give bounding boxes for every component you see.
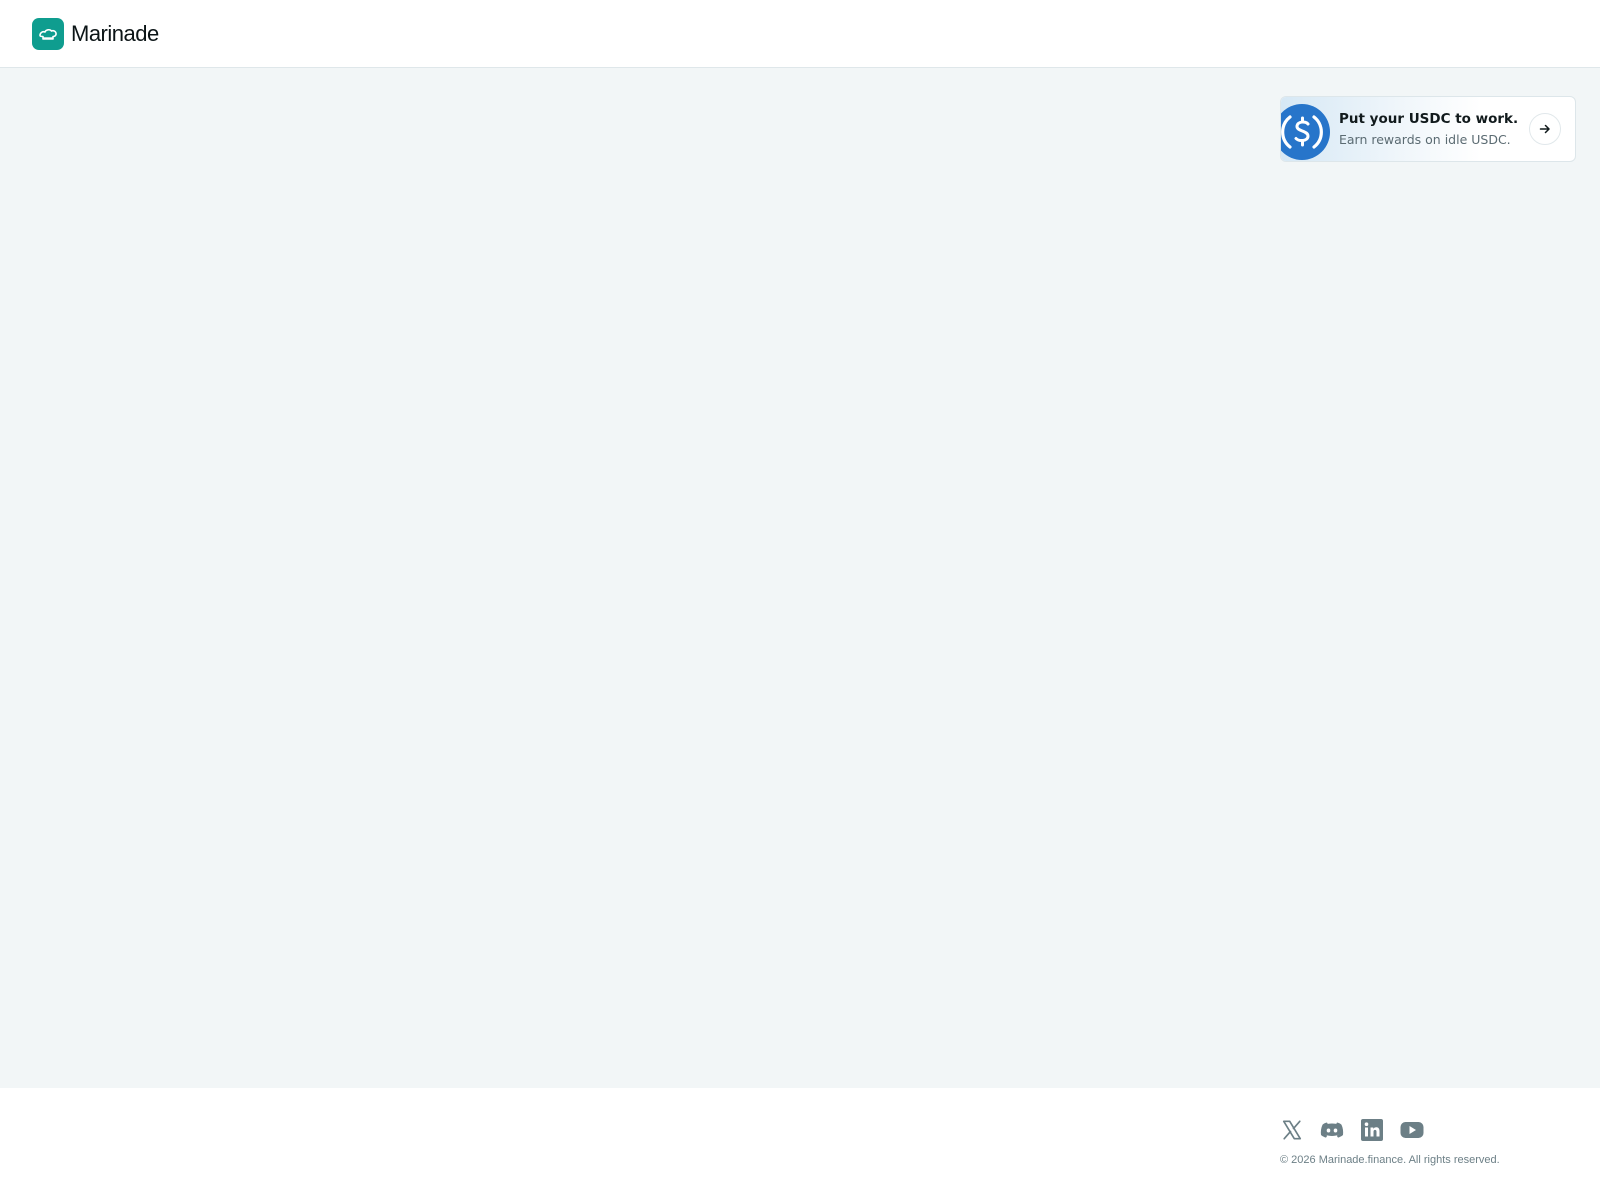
main-content: Put your USDC to work. Earn rewards on i…: [0, 68, 1600, 1088]
x-link[interactable]: [1280, 1118, 1304, 1142]
linkedin-icon: [1361, 1119, 1383, 1141]
linkedin-link[interactable]: [1360, 1118, 1384, 1142]
x-icon: [1282, 1120, 1302, 1140]
arrow-right-icon: [1539, 124, 1550, 134]
youtube-link[interactable]: [1400, 1118, 1424, 1142]
discord-link[interactable]: [1320, 1118, 1344, 1142]
social-links: [1280, 1118, 1424, 1142]
marinade-logo-link[interactable]: Marinade: [32, 18, 159, 50]
discord-icon: [1320, 1122, 1344, 1138]
page-footer: © 2026 Marinade.finance. All rights rese…: [0, 1088, 1600, 1200]
promo-arrow-button[interactable]: [1529, 113, 1561, 145]
youtube-icon: [1400, 1122, 1424, 1138]
marinade-logo-icon: [32, 18, 64, 50]
brand-name: Marinade: [71, 21, 159, 46]
usdc-promo-card[interactable]: Put your USDC to work. Earn rewards on i…: [1280, 96, 1576, 162]
usdc-coin-icon: [1281, 104, 1330, 160]
copyright-text: © 2026 Marinade.finance. All rights rese…: [1280, 1154, 1500, 1166]
top-header: Marinade: [0, 0, 1600, 68]
promo-subtitle: Earn rewards on idle USDC.: [1339, 132, 1511, 147]
promo-title: Put your USDC to work.: [1339, 111, 1519, 127]
